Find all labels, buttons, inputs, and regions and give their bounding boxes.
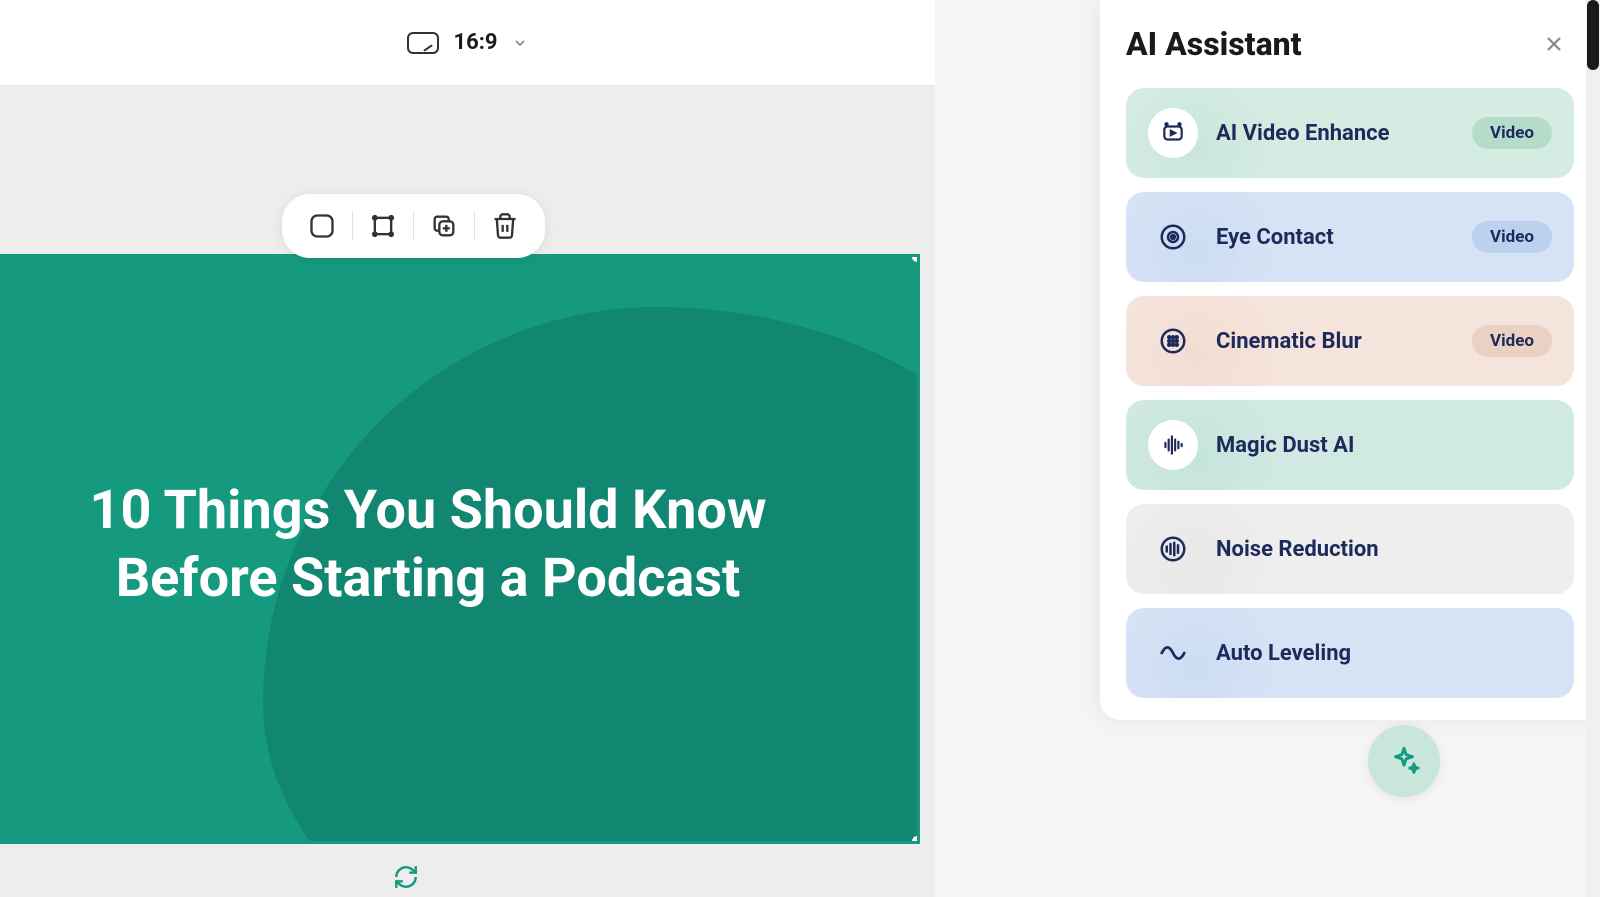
resize-handle-bottom-right[interactable] xyxy=(912,836,920,844)
tool-label: Cinematic Blur xyxy=(1216,329,1472,354)
tool-badge: Video xyxy=(1472,117,1552,149)
ai-tool-eye-contact[interactable]: Eye Contact Video xyxy=(1126,192,1574,282)
video-canvas[interactable]: 10 Things You Should Know Before Startin… xyxy=(0,254,920,844)
aspect-ratio-dropdown[interactable]: 16:9 xyxy=(407,30,527,55)
soundwave-icon xyxy=(1148,420,1198,470)
ai-tool-cinematic-blur[interactable]: Cinematic Blur Video xyxy=(1126,296,1574,386)
ai-tools-list: AI Video Enhance Video Eye Contact Video xyxy=(1126,88,1574,698)
blur-icon xyxy=(1148,316,1198,366)
aspect-ratio-icon xyxy=(407,32,439,54)
scrollbar-thumb[interactable] xyxy=(1587,0,1599,70)
ai-assistant-panel: AI Assistant AI Video Enhance Video xyxy=(1100,0,1600,720)
chevron-down-icon xyxy=(512,35,528,51)
tool-label: Noise Reduction xyxy=(1216,537,1552,562)
scrollbar-track[interactable] xyxy=(1586,0,1600,897)
resize-handle-top-right[interactable] xyxy=(912,254,920,262)
ai-tool-magic-dust[interactable]: Magic Dust AI xyxy=(1126,400,1574,490)
tool-badge: Video xyxy=(1472,221,1552,253)
top-toolbar: 16:9 xyxy=(0,0,935,86)
ai-sparkle-fab[interactable] xyxy=(1368,725,1440,797)
ai-panel-title: AI Assistant xyxy=(1126,25,1302,63)
canvas-title-text: 10 Things You Should Know Before Startin… xyxy=(59,477,797,612)
toolbar-divider xyxy=(352,212,353,240)
aspect-ratio-label: 16:9 xyxy=(453,30,497,55)
eye-icon xyxy=(1148,212,1198,262)
noise-icon xyxy=(1148,524,1198,574)
tool-label: Eye Contact xyxy=(1216,225,1472,250)
toolbar-divider xyxy=(413,212,414,240)
canvas-area: 10 Things You Should Know Before Startin… xyxy=(0,86,935,897)
toolbar-divider xyxy=(474,212,475,240)
tool-label: Magic Dust AI xyxy=(1216,433,1552,458)
tool-badge: Video xyxy=(1472,325,1552,357)
tool-label: AI Video Enhance xyxy=(1216,121,1472,146)
refresh-button[interactable] xyxy=(390,861,422,893)
ai-panel-header: AI Assistant xyxy=(1126,24,1574,64)
tool-label: Auto Leveling xyxy=(1216,641,1552,666)
ai-tool-auto-leveling[interactable]: Auto Leveling xyxy=(1126,608,1574,698)
leveling-icon xyxy=(1148,628,1198,678)
canvas-floating-toolbar xyxy=(282,194,545,258)
duplicate-button[interactable] xyxy=(422,204,466,248)
ai-tool-noise-reduction[interactable]: Noise Reduction xyxy=(1126,504,1574,594)
video-enhance-icon xyxy=(1148,108,1198,158)
fullscreen-button[interactable] xyxy=(300,204,344,248)
close-panel-button[interactable] xyxy=(1534,24,1574,64)
crop-button[interactable] xyxy=(361,204,405,248)
delete-button[interactable] xyxy=(483,204,527,248)
ai-tool-video-enhance[interactable]: AI Video Enhance Video xyxy=(1126,88,1574,178)
